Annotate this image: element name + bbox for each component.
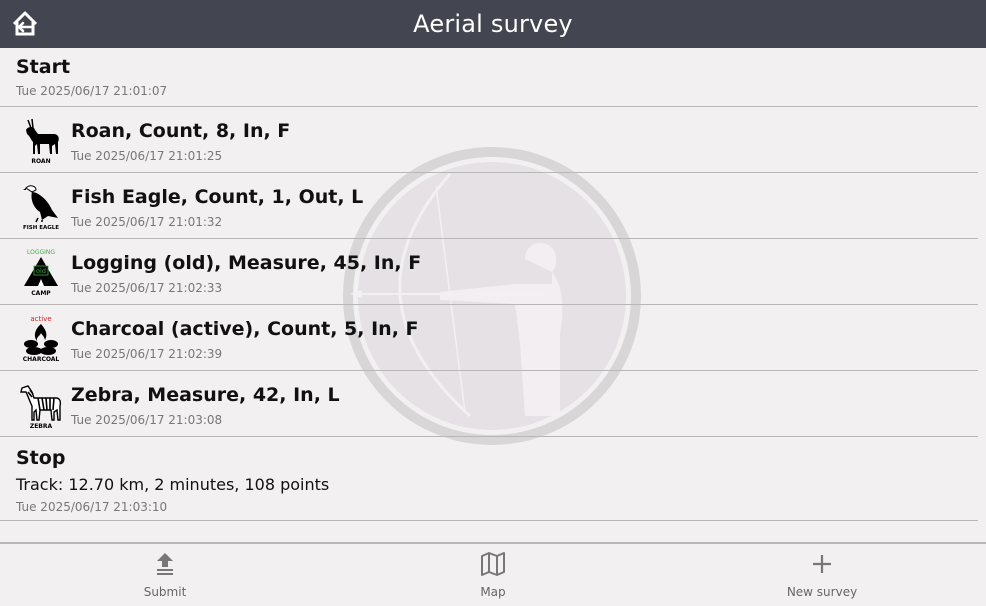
submit-label: Submit bbox=[143, 585, 187, 599]
fish-eagle-icon: FISH EAGLE bbox=[23, 185, 59, 231]
observation-time: Tue 2025/06/17 21:03:08 bbox=[71, 413, 223, 427]
charcoal-tag: active bbox=[30, 315, 51, 323]
bottom-nav: Submit Map New survey bbox=[0, 542, 986, 606]
start-row[interactable]: Start Tue 2025/06/17 21:01:07 bbox=[0, 48, 978, 107]
observation-title: Charcoal (active), Count, 5, In, F bbox=[71, 318, 419, 340]
zebra-caption: ZEBRA bbox=[30, 423, 53, 430]
new-survey-button[interactable]: New survey bbox=[762, 550, 882, 604]
charcoal-icon: active CHARCOAL bbox=[23, 315, 60, 363]
plus-icon bbox=[813, 555, 831, 573]
observation-row[interactable]: ROAN Roan, Count, 8, In, F Tue 2025/06/1… bbox=[0, 107, 978, 173]
observation-title: Zebra, Measure, 42, In, L bbox=[71, 384, 340, 406]
map-button[interactable]: Map bbox=[433, 550, 553, 604]
charcoal-caption: CHARCOAL bbox=[23, 356, 60, 363]
map-icon bbox=[481, 552, 505, 576]
observation-list: Start Tue 2025/06/17 21:01:07 ROAN Roan,… bbox=[0, 48, 986, 521]
observation-time: Tue 2025/06/17 21:02:33 bbox=[71, 281, 223, 295]
stop-row[interactable]: Stop Track: 12.70 km, 2 minutes, 108 poi… bbox=[0, 437, 978, 521]
logging-tag: LOGGING bbox=[27, 249, 55, 256]
roan-caption: ROAN bbox=[31, 158, 50, 165]
fish-eagle-caption: FISH EAGLE bbox=[23, 225, 59, 231]
track-summary: Track: 12.70 km, 2 minutes, 108 points bbox=[16, 475, 330, 494]
map-label: Map bbox=[480, 585, 506, 599]
logging-subtag: old bbox=[36, 267, 46, 275]
observation-row[interactable]: LOGGING old CAMP Logging (old), Measure,… bbox=[0, 239, 978, 305]
zebra-icon: ZEBRA bbox=[20, 385, 62, 430]
new-survey-label: New survey bbox=[786, 585, 858, 599]
observation-row[interactable]: FISH EAGLE Fish Eagle, Count, 1, Out, L … bbox=[0, 173, 978, 239]
observation-title: Roan, Count, 8, In, F bbox=[71, 120, 291, 142]
stop-time: Tue 2025/06/17 21:03:10 bbox=[16, 500, 168, 514]
observation-time: Tue 2025/06/17 21:01:25 bbox=[71, 149, 223, 163]
observation-time: Tue 2025/06/17 21:02:39 bbox=[71, 347, 223, 361]
home-exit-icon bbox=[12, 11, 38, 36]
home-button[interactable] bbox=[10, 9, 40, 39]
upload-icon bbox=[157, 553, 173, 575]
stop-title: Stop bbox=[16, 447, 66, 469]
observation-row[interactable]: active CHARCOAL Charcoal (active), Count… bbox=[0, 305, 978, 371]
app-header: Aerial survey bbox=[0, 0, 986, 48]
logging-camp-icon: LOGGING old CAMP bbox=[24, 249, 58, 297]
page-title: Aerial survey bbox=[413, 10, 573, 38]
observation-row[interactable]: ZEBRA Zebra, Measure, 42, In, L Tue 2025… bbox=[0, 371, 978, 437]
submit-button[interactable]: Submit bbox=[105, 550, 225, 604]
start-time: Tue 2025/06/17 21:01:07 bbox=[16, 84, 168, 98]
logging-caption: CAMP bbox=[31, 290, 51, 297]
roan-icon: ROAN bbox=[26, 118, 59, 165]
observation-title: Fish Eagle, Count, 1, Out, L bbox=[71, 186, 364, 208]
observation-title: Logging (old), Measure, 45, In, F bbox=[71, 252, 422, 274]
start-title: Start bbox=[16, 56, 71, 78]
observation-time: Tue 2025/06/17 21:01:32 bbox=[71, 215, 223, 229]
